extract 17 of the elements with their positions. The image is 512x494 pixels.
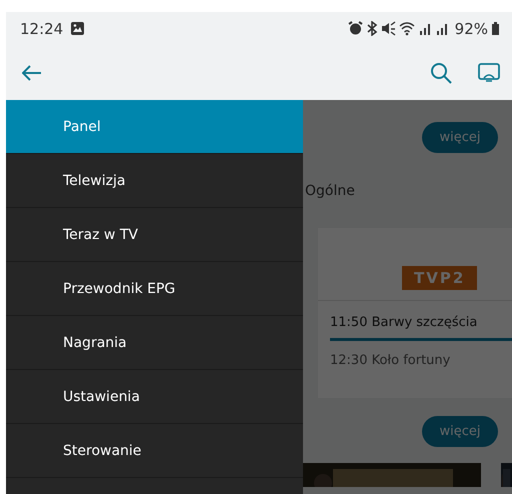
cast-icon[interactable]	[478, 62, 500, 82]
back-arrow-icon[interactable]	[22, 64, 42, 80]
signal-icon	[436, 21, 450, 36]
bluetooth-icon	[366, 21, 378, 36]
clock-time: 12:24	[20, 20, 64, 38]
image-icon	[70, 21, 86, 36]
channel-logo: TVP2	[402, 266, 478, 290]
battery-icon	[491, 21, 500, 36]
drawer-menu-item[interactable]: Panel	[6, 100, 303, 154]
battery-percent: 92%	[454, 20, 488, 38]
search-icon[interactable]	[430, 62, 452, 84]
signal-icon	[418, 21, 433, 36]
programme-text: 12:30 Koło fortuny	[330, 353, 452, 368]
programme-text: 11:50 Barwy szczęścia	[330, 315, 478, 330]
alarm-icon	[348, 21, 363, 36]
mute-icon	[380, 21, 396, 36]
wifi-icon	[398, 21, 416, 36]
